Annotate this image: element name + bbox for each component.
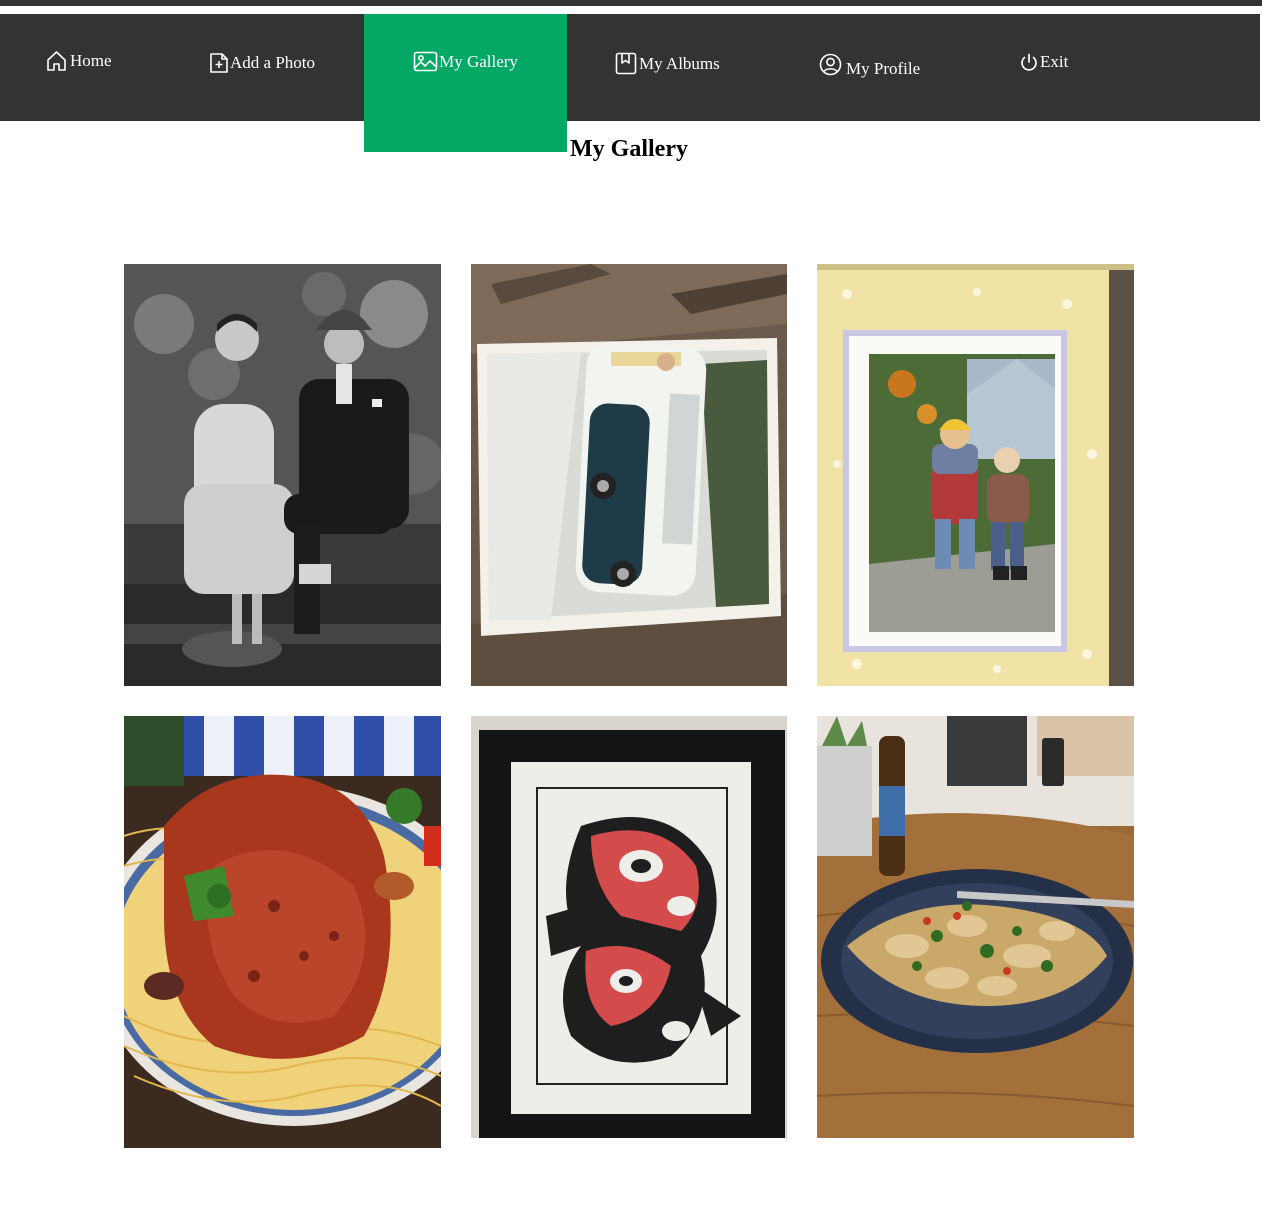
- add-file-icon: [210, 53, 228, 73]
- nav-my-profile[interactable]: My Profile: [819, 14, 920, 154]
- top-strip: [0, 0, 1262, 6]
- nav-my-gallery-label: My Gallery: [439, 51, 518, 71]
- gallery-photo-couple[interactable]: [124, 264, 441, 686]
- home-icon: [47, 51, 66, 71]
- van-photo-image: [471, 264, 787, 686]
- bookmark-album-icon: [615, 52, 637, 75]
- power-icon: [1021, 53, 1037, 71]
- chicken-spaghetti-image: [124, 716, 441, 1148]
- nav-my-gallery[interactable]: My Gallery: [364, 14, 567, 152]
- gallery-photo-chicken-pasta[interactable]: [817, 716, 1134, 1138]
- image-icon: [413, 51, 438, 72]
- vintage-couple-image: [124, 264, 441, 686]
- nav-home[interactable]: Home: [46, 14, 112, 151]
- framed-kids-image: [817, 264, 1134, 686]
- user-circle-icon: [819, 53, 842, 76]
- nav-exit-label: Exit: [1040, 52, 1069, 71]
- gallery-photo-van[interactable]: [471, 264, 787, 686]
- nav-my-albums[interactable]: My Albums: [615, 14, 720, 153]
- gallery-photo-chicken-spaghetti[interactable]: [124, 716, 441, 1148]
- page-title: My Gallery: [570, 136, 688, 162]
- nav-home-label: Home: [70, 51, 112, 70]
- main-nav: Home Add a Photo My Gallery My Albums My…: [0, 14, 1260, 152]
- gallery-photo-kids[interactable]: [817, 264, 1134, 686]
- nav-add-photo-label: Add a Photo: [230, 53, 315, 72]
- nav-my-albums-label: My Albums: [639, 53, 720, 73]
- nav-my-profile-label: My Profile: [846, 58, 921, 78]
- framed-art-image: [471, 716, 787, 1138]
- chicken-pasta-image: [817, 716, 1134, 1138]
- nav-add-photo[interactable]: Add a Photo: [209, 14, 315, 153]
- gallery-photo-formline-art[interactable]: [471, 716, 787, 1138]
- nav-exit[interactable]: Exit: [1020, 14, 1068, 153]
